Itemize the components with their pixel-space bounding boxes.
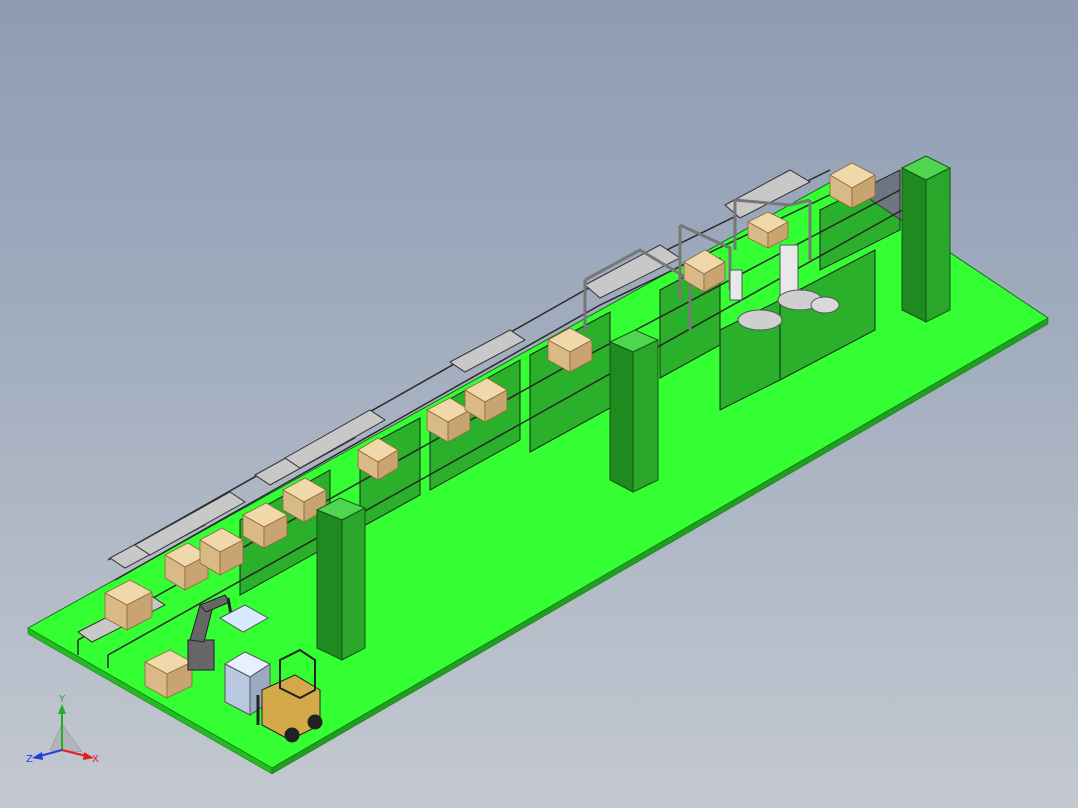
orientation-triad[interactable]: Y X Z xyxy=(22,690,112,780)
pillar xyxy=(900,155,952,323)
triad-z-axis xyxy=(39,749,63,757)
triad-z-arrow xyxy=(32,752,43,760)
triad-x-label: X xyxy=(92,754,99,765)
pillar xyxy=(608,329,660,493)
triad-z-label: Z xyxy=(26,754,33,765)
cad-viewport[interactable]: Y X Z xyxy=(0,0,1078,808)
triad-y-label: Y xyxy=(58,694,66,705)
triad-y-arrow xyxy=(58,704,66,714)
triad-cone xyxy=(49,723,83,753)
cad-model-scene[interactable] xyxy=(0,0,1078,808)
pillar xyxy=(315,497,367,661)
